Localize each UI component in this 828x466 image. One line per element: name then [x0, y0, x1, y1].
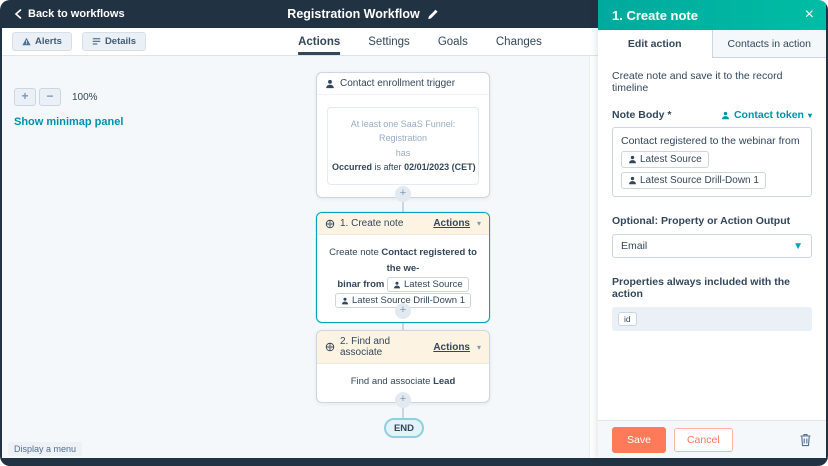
- person-icon: [325, 79, 335, 89]
- panel-title: 1. Create note: [612, 8, 805, 23]
- panel-header: 1. Create note ×: [598, 0, 826, 30]
- display-menu-hint: Display a menu: [8, 442, 82, 456]
- workflow-title: Registration Workflow: [287, 0, 438, 28]
- person-icon: [721, 111, 730, 120]
- node1-actions-menu[interactable]: Actions: [433, 218, 470, 229]
- node2-actions-menu[interactable]: Actions: [433, 342, 470, 353]
- trigger-date: 02/01/2023 (CET): [404, 162, 476, 172]
- tab-edit-action[interactable]: Edit action: [598, 30, 712, 58]
- workflow-toolbar: Alerts Details Actions Settings Goals Ch…: [2, 28, 598, 56]
- show-minimap-link[interactable]: Show minimap panel: [14, 116, 123, 128]
- add-action-button-2[interactable]: +: [395, 303, 411, 319]
- top-navigation-bar: Back to workflows Registration Workflow: [2, 0, 598, 28]
- note-body-text: Contact registered to the webinar from: [621, 135, 803, 147]
- tab-contacts-in-action[interactable]: Contacts in action: [712, 30, 827, 58]
- add-action-button-1[interactable]: +: [395, 186, 411, 202]
- app-window: Back to workflows Registration Workflow …: [0, 0, 828, 466]
- person-icon: [628, 176, 637, 185]
- panel-footer: Save Cancel: [598, 420, 826, 458]
- token-chip-label: Latest Source: [404, 277, 463, 293]
- node2-text-bold: Lead: [433, 376, 455, 387]
- properties-included-label: Properties always included with the acti…: [612, 276, 812, 300]
- token-chip-latest-source[interactable]: Latest Source: [621, 151, 709, 168]
- person-icon: [628, 155, 637, 164]
- tab-changes[interactable]: Changes: [496, 28, 542, 55]
- tab-settings[interactable]: Settings: [368, 28, 410, 55]
- create-note-node-header: 1. Create note Actions ▾: [317, 213, 489, 235]
- node2-text-pre: Find and associate: [351, 376, 431, 387]
- caret-down-icon: ▾: [477, 343, 481, 352]
- gear-icon: [325, 219, 335, 229]
- details-label: Details: [105, 36, 136, 47]
- person-icon: [393, 281, 401, 289]
- pencil-icon[interactable]: [428, 9, 439, 20]
- caret-down-icon: ▾: [477, 219, 481, 228]
- workflow-workspace: Back to workflows Registration Workflow …: [2, 0, 598, 458]
- close-icon[interactable]: ×: [805, 7, 814, 23]
- back-label: Back to workflows: [28, 8, 125, 20]
- zoom-level: 100%: [72, 92, 98, 103]
- details-list-icon: [92, 37, 101, 46]
- back-to-workflows-link[interactable]: Back to workflows: [14, 0, 125, 28]
- node1-text-bold-a: Contact registered to the we-: [381, 247, 477, 274]
- details-button[interactable]: Details: [82, 32, 146, 51]
- trigger-occurred: Occurred: [332, 162, 372, 172]
- gear-icon: [325, 342, 335, 352]
- token-chip-label: Latest Source Drill-Down 1: [640, 175, 759, 186]
- edit-action-panel: 1. Create note × Edit action Contacts in…: [598, 0, 826, 458]
- cancel-button[interactable]: Cancel: [674, 428, 733, 452]
- trash-icon[interactable]: [799, 433, 812, 447]
- token-chip-latest-source[interactable]: Latest Source: [387, 277, 469, 292]
- panel-body: Create note and save it to the record ti…: [598, 58, 826, 420]
- contact-token-link[interactable]: Contact token ▾: [721, 109, 812, 121]
- trigger-condition-line2: has: [396, 148, 411, 158]
- node1-text-pre: Create note: [329, 247, 379, 258]
- zoom-controls: + − 100%: [14, 88, 98, 106]
- save-button[interactable]: Save: [612, 427, 666, 453]
- token-chip-latest-source-drilldown[interactable]: Latest Source Drill-Down 1: [621, 172, 766, 189]
- add-action-button-3[interactable]: +: [395, 392, 411, 408]
- create-note-node-title: 1. Create note: [340, 218, 428, 229]
- alerts-label: Alerts: [35, 36, 62, 47]
- alerts-button[interactable]: Alerts: [12, 32, 72, 51]
- caret-down-icon: ▼: [793, 241, 803, 252]
- trigger-condition-line1: At least one SaaS Funnel: Registration: [351, 119, 456, 143]
- workflow-title-text: Registration Workflow: [287, 7, 419, 21]
- trigger-node-title: Contact enrollment trigger: [340, 78, 481, 89]
- properties-included-box: id: [612, 307, 812, 331]
- workflow-tabs: Actions Settings Goals Changes: [298, 28, 542, 55]
- tab-actions[interactable]: Actions: [298, 28, 340, 55]
- contact-token-label: Contact token: [734, 109, 804, 121]
- chevron-left-icon: [14, 9, 22, 19]
- trigger-mid: is after: [375, 162, 402, 172]
- zoom-out-button[interactable]: −: [39, 88, 61, 106]
- workflow-canvas[interactable]: + − 100% Show minimap panel Contact enro…: [2, 56, 598, 458]
- action-description: Create note and save it to the record ti…: [612, 70, 812, 94]
- caret-down-icon: ▾: [808, 111, 812, 120]
- panel-tabs: Edit action Contacts in action: [598, 30, 826, 58]
- find-associate-node-title: 2. Find and associate: [340, 336, 428, 358]
- node1-text-bold-b: binar from: [337, 279, 384, 290]
- optional-output-label: Optional: Property or Action Output: [612, 215, 812, 227]
- property-chip-id: id: [618, 312, 637, 326]
- token-chip-label: Latest Source: [640, 154, 702, 165]
- tab-goals[interactable]: Goals: [438, 28, 468, 55]
- find-associate-node-header: 2. Find and associate Actions ▾: [317, 331, 489, 364]
- person-icon: [341, 297, 349, 305]
- warning-triangle-icon: [22, 37, 31, 46]
- trigger-condition[interactable]: At least one SaaS Funnel: Registration h…: [327, 107, 479, 185]
- canvas-scrollbar[interactable]: [589, 56, 598, 458]
- note-body-field[interactable]: Contact registered to the webinar from L…: [612, 127, 812, 197]
- trigger-node-header: Contact enrollment trigger: [317, 73, 489, 95]
- note-body-label: Note Body *: [612, 109, 672, 121]
- workflow-end-node: END: [384, 418, 424, 438]
- zoom-in-button[interactable]: +: [14, 88, 36, 106]
- select-value: Email: [621, 240, 647, 252]
- property-output-select[interactable]: Email ▼: [612, 234, 812, 258]
- trigger-node[interactable]: Contact enrollment trigger At least one …: [316, 72, 490, 198]
